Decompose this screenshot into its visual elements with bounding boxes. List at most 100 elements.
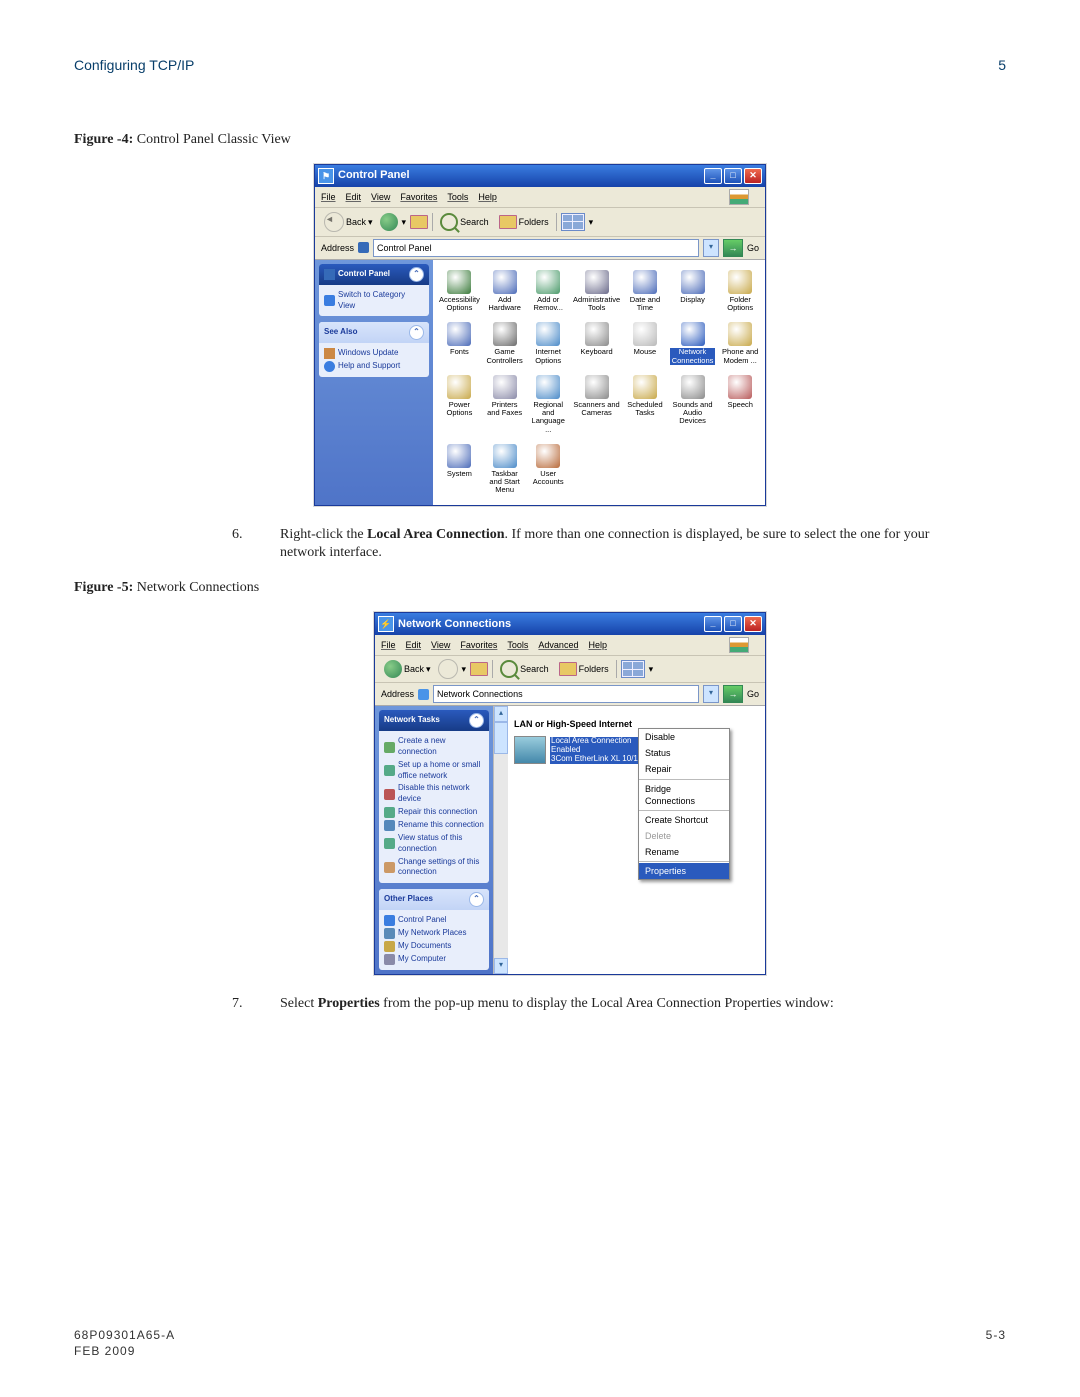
- ctx-properties[interactable]: Properties: [639, 863, 729, 879]
- scroll-thumb[interactable]: [494, 722, 508, 754]
- maximize-button[interactable]: □: [724, 168, 742, 184]
- menu-item-file[interactable]: File: [381, 639, 396, 651]
- menu-item-edit[interactable]: Edit: [346, 191, 362, 203]
- cp-icon-user-accounts[interactable]: User Accounts: [527, 442, 569, 497]
- applet-icon: [681, 375, 705, 399]
- seealso-link[interactable]: Windows Update: [324, 347, 424, 360]
- address-dropdown[interactable]: ▾: [703, 685, 719, 703]
- back-button[interactable]: ◄Back ▾: [321, 211, 376, 233]
- other-place-link[interactable]: My Documents: [384, 940, 484, 953]
- task-link[interactable]: Create a new connection: [384, 735, 484, 759]
- maximize-button[interactable]: □: [724, 616, 742, 632]
- address-input[interactable]: [433, 685, 699, 703]
- collapse-icon[interactable]: ⌃: [469, 892, 484, 907]
- titlebar[interactable]: ⚡ Network Connections _ □ ✕: [375, 613, 765, 635]
- ctx-create-shortcut[interactable]: Create Shortcut: [639, 812, 729, 828]
- applet-icon: [493, 375, 517, 399]
- search-button[interactable]: Search: [497, 659, 552, 679]
- cp-icon-keyboard[interactable]: Keyboard: [571, 320, 622, 367]
- views-button[interactable]: [561, 213, 585, 231]
- address-input[interactable]: [373, 239, 699, 257]
- search-button[interactable]: Search: [437, 212, 492, 232]
- other-place-link[interactable]: My Computer: [384, 953, 484, 966]
- cp-icon-add-or-remov-[interactable]: Add or Remov...: [527, 268, 569, 315]
- other-place-link[interactable]: My Network Places: [384, 927, 484, 940]
- menu-item-advanced[interactable]: Advanced: [538, 639, 578, 651]
- menu-item-favorites[interactable]: Favorites: [460, 639, 497, 651]
- cp-icon-printers-and-faxes[interactable]: Printers and Faxes: [484, 373, 526, 436]
- task-link[interactable]: Set up a home or small office network: [384, 759, 484, 783]
- views-button[interactable]: [621, 660, 645, 678]
- menu-item-help[interactable]: Help: [478, 191, 497, 203]
- menu-item-file[interactable]: File: [321, 191, 336, 203]
- collapse-icon[interactable]: ⌃: [409, 325, 424, 340]
- cp-icon-administrative-tools[interactable]: Administrative Tools: [571, 268, 622, 315]
- task-link[interactable]: Change settings of this connection: [384, 856, 484, 880]
- cp-icon-mouse[interactable]: Mouse: [624, 320, 666, 367]
- task-link[interactable]: View status of this connection: [384, 832, 484, 856]
- scroll-up-icon[interactable]: ▴: [494, 706, 508, 722]
- menu-item-tools[interactable]: Tools: [447, 191, 468, 203]
- close-button[interactable]: ✕: [744, 168, 762, 184]
- menu-item-view[interactable]: View: [431, 639, 450, 651]
- scroll-down-icon[interactable]: ▾: [494, 958, 508, 974]
- titlebar[interactable]: ⚑ Control Panel _ □ ✕: [315, 165, 765, 187]
- menu-item-view[interactable]: View: [371, 191, 390, 203]
- cp-icon-sounds-and-audio-devices[interactable]: Sounds and Audio Devices: [668, 373, 718, 436]
- cp-icon-folder-options[interactable]: Folder Options: [719, 268, 761, 315]
- folders-button[interactable]: Folders: [556, 661, 612, 677]
- cp-icon-add-hardware[interactable]: Add Hardware: [484, 268, 526, 315]
- place-icon: [384, 928, 395, 939]
- cp-icon-display[interactable]: Display: [668, 268, 718, 315]
- icon-label: Mouse: [634, 348, 657, 356]
- back-button[interactable]: Back ▾: [381, 659, 434, 679]
- icon-label: Regional and Language ...: [529, 401, 567, 434]
- up-button[interactable]: [470, 662, 488, 676]
- minimize-button[interactable]: _: [704, 168, 722, 184]
- cp-icon-scanners-and-cameras[interactable]: Scanners and Cameras: [571, 373, 622, 436]
- forward-button[interactable]: [380, 213, 398, 231]
- menu-item-edit[interactable]: Edit: [406, 639, 422, 651]
- ctx-repair[interactable]: Repair: [639, 761, 729, 777]
- cp-icon-date-and-time[interactable]: Date and Time: [624, 268, 666, 315]
- task-link[interactable]: Disable this network device: [384, 782, 484, 806]
- ctx-status[interactable]: Status: [639, 745, 729, 761]
- toolbar: ◄Back ▾ ▾ Search Folders ▾: [315, 208, 765, 237]
- applet-icon: [536, 375, 560, 399]
- collapse-icon[interactable]: ⌃: [469, 713, 484, 728]
- switch-category-view-link[interactable]: Switch to Category View: [324, 289, 424, 313]
- task-link[interactable]: Rename this connection: [384, 819, 484, 832]
- menu-item-favorites[interactable]: Favorites: [400, 191, 437, 203]
- ctx-rename[interactable]: Rename: [639, 844, 729, 860]
- close-button[interactable]: ✕: [744, 616, 762, 632]
- cp-icon-system[interactable]: System: [437, 442, 482, 497]
- go-button[interactable]: →: [723, 239, 743, 257]
- collapse-icon[interactable]: ⌃: [409, 267, 424, 282]
- cp-icon-taskbar-and-start-menu[interactable]: Taskbar and Start Menu: [484, 442, 526, 497]
- forward-button[interactable]: [438, 659, 458, 679]
- cp-icon-fonts[interactable]: Fonts: [437, 320, 482, 367]
- go-button[interactable]: →: [723, 685, 743, 703]
- cp-icon-accessibility-options[interactable]: Accessibility Options: [437, 268, 482, 315]
- cp-icon-scheduled-tasks[interactable]: Scheduled Tasks: [624, 373, 666, 436]
- minimize-button[interactable]: _: [704, 616, 722, 632]
- cp-icon-power-options[interactable]: Power Options: [437, 373, 482, 436]
- cp-icon-game-controllers[interactable]: Game Controllers: [484, 320, 526, 367]
- task-link[interactable]: Repair this connection: [384, 806, 484, 819]
- applet-icon: [728, 322, 752, 346]
- cp-icon-speech[interactable]: Speech: [719, 373, 761, 436]
- menu-item-help[interactable]: Help: [588, 639, 607, 651]
- menu-item-tools[interactable]: Tools: [507, 639, 528, 651]
- folders-button[interactable]: Folders: [496, 214, 552, 230]
- up-button[interactable]: [410, 215, 428, 229]
- seealso-link[interactable]: Help and Support: [324, 360, 424, 373]
- cp-icon-phone-and-modem-[interactable]: Phone and Modem ...: [719, 320, 761, 367]
- cp-icon-internet-options[interactable]: Internet Options: [527, 320, 569, 367]
- cp-icon-network-connections[interactable]: Network Connections: [668, 320, 718, 367]
- address-dropdown[interactable]: ▾: [703, 239, 719, 257]
- other-place-link[interactable]: Control Panel: [384, 914, 484, 927]
- sidebar-scrollbar[interactable]: ▴ ▾: [493, 706, 508, 974]
- ctx-bridge-connections[interactable]: Bridge Connections: [639, 781, 729, 809]
- cp-icon-regional-and-language-[interactable]: Regional and Language ...: [527, 373, 569, 436]
- ctx-disable[interactable]: Disable: [639, 729, 729, 745]
